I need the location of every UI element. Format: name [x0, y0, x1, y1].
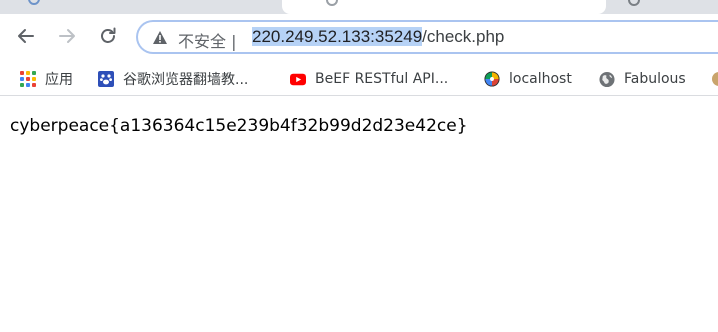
tab-active[interactable] — [282, 0, 606, 14]
paw-icon — [98, 71, 114, 87]
bookmark-beef-api[interactable]: BeEF RESTful API... — [290, 68, 448, 90]
bookmarks-bar: 应用 谷歌浏览器翻墙教... BeEF RESTful API... local… — [0, 62, 718, 96]
bookmark-label: Fabulous — [624, 71, 686, 87]
url-path: /check.php — [422, 27, 505, 46]
bookmark-chrome-guide[interactable]: 谷歌浏览器翻墙教... — [98, 68, 248, 90]
bookmark-label: 谷歌浏览器翻墙教... — [123, 72, 249, 88]
reload-icon — [101, 27, 116, 43]
tab-inactive-left[interactable] — [0, 0, 280, 14]
reload-button[interactable] — [96, 24, 120, 48]
address-bar[interactable]: 不安全 | 220.249.52.133:35249/check.php — [136, 20, 718, 54]
tab-favicon-icon — [28, 0, 40, 5]
bookmark-label: 应用 — [45, 72, 73, 88]
forward-button[interactable] — [55, 24, 79, 48]
back-button[interactable] — [14, 24, 38, 48]
arrow-right-icon — [59, 29, 75, 43]
warning-icon[interactable] — [152, 30, 168, 50]
bookmark-label: BeEF RESTful API... — [315, 71, 449, 87]
tab-strip — [0, 0, 718, 14]
pinwheel-icon — [484, 71, 500, 87]
url-host-selected: 220.249.52.133:35249 — [252, 27, 423, 46]
tab-favicon-icon — [628, 0, 640, 6]
security-status-label[interactable]: 不安全 | — [178, 28, 236, 52]
bookmark-localhost[interactable]: localhost — [484, 68, 572, 90]
url-text[interactable]: 220.249.52.133:35249/check.php — [252, 27, 504, 47]
bookmark-overflow-partial[interactable] — [711, 68, 718, 90]
browser-toolbar: 不安全 | 220.249.52.133:35249/check.php — [0, 14, 718, 62]
tab-inactive-right[interactable] — [608, 0, 718, 14]
bookmark-label: localhost — [509, 71, 572, 87]
youtube-icon — [290, 71, 306, 87]
tab-loading-icon — [326, 0, 338, 6]
bookmark-fabulous[interactable]: Fabulous — [599, 68, 686, 90]
bookmark-favicon-icon — [711, 71, 718, 87]
globe-icon — [599, 71, 615, 87]
apps-grid-icon — [20, 71, 36, 87]
arrow-left-icon — [18, 29, 34, 43]
bookmark-apps[interactable]: 应用 — [20, 68, 73, 90]
page-body-text: cyberpeace{a136364c15e239b4f32b99d2d23e4… — [10, 116, 468, 136]
